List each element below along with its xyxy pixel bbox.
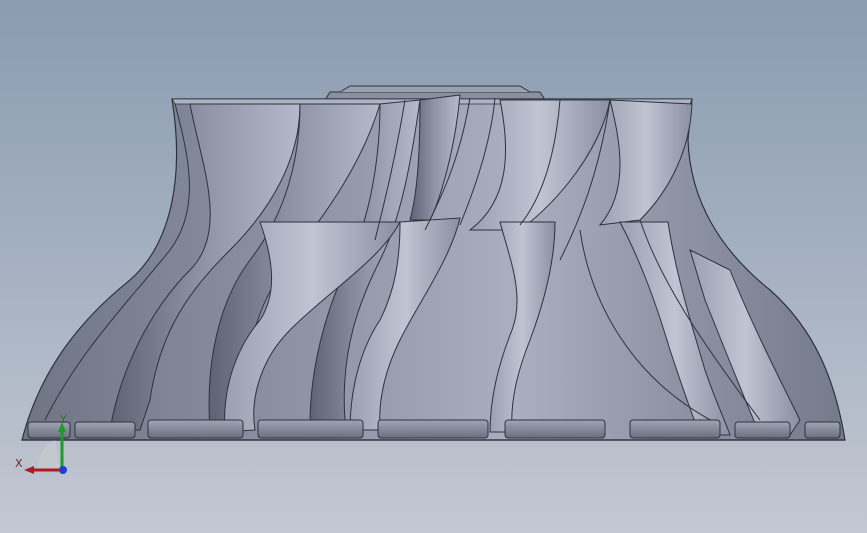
impeller-model[interactable] bbox=[0, 0, 867, 533]
graphics-viewport[interactable]: X Y bbox=[0, 0, 867, 533]
x-axis-arrowhead-icon bbox=[24, 466, 34, 474]
axis-x-label: X bbox=[15, 457, 23, 470]
z-axis-dot-icon bbox=[59, 466, 67, 474]
base-pockets bbox=[27, 419, 841, 439]
axis-y-label: Y bbox=[60, 413, 67, 426]
triad-plane-icon bbox=[37, 440, 60, 470]
